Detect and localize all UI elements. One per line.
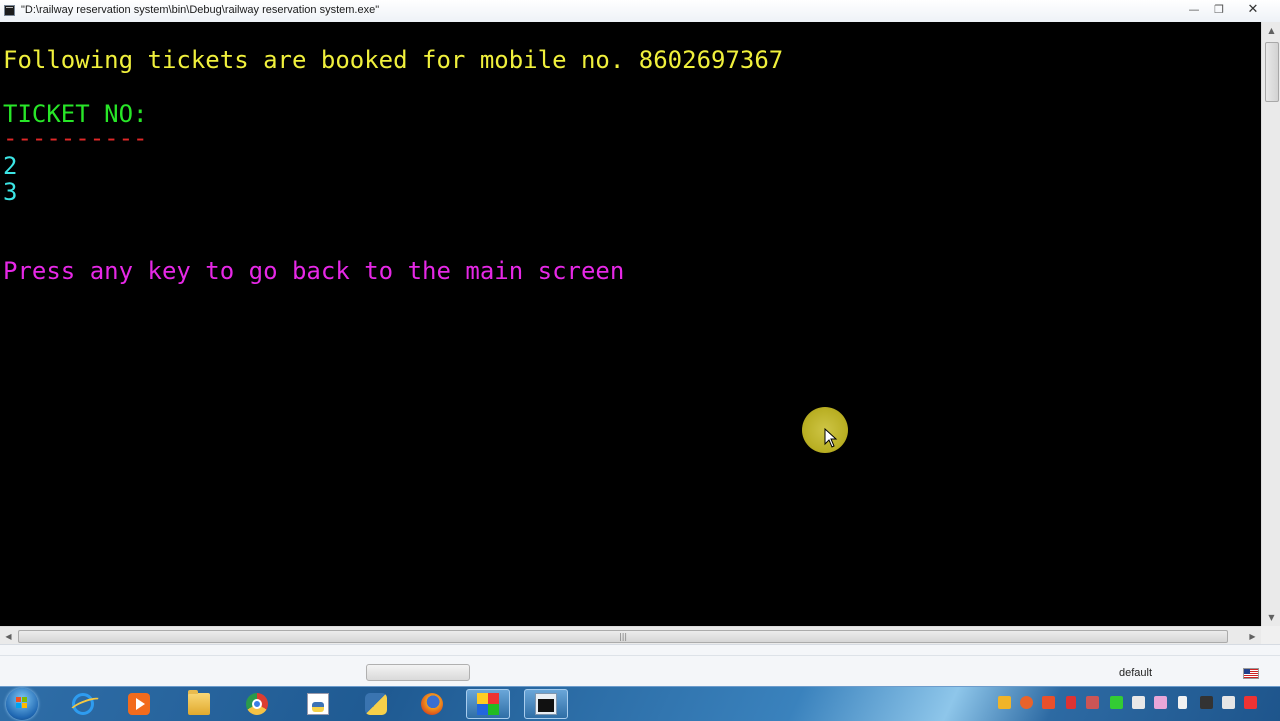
taskbar-python[interactable] xyxy=(354,689,398,719)
console-output[interactable]: Following tickets are booked for mobile … xyxy=(0,22,1261,626)
horizontal-scroll-thumb[interactable]: ||| xyxy=(18,630,1228,643)
return-prompt: Press any key to go back to the main scr… xyxy=(3,257,625,285)
ticket-separator: ---------- xyxy=(3,124,148,152)
tray-app-icon[interactable] xyxy=(998,696,1011,709)
taskbar-media-player[interactable] xyxy=(117,689,161,719)
python-icon xyxy=(365,693,387,715)
volume-icon[interactable] xyxy=(1222,696,1235,709)
horizontal-scrollbar[interactable]: ◀ ||| ▶ xyxy=(0,626,1261,645)
firefox-icon xyxy=(421,693,443,715)
vertical-scroll-thumb[interactable] xyxy=(1265,42,1279,102)
file-explorer-icon xyxy=(188,690,210,715)
tray-app-icon[interactable] xyxy=(1066,696,1076,709)
chrome-icon xyxy=(246,693,268,715)
window-title: "D:\railway reservation system\bin\Debug… xyxy=(21,4,380,16)
flag-icon[interactable] xyxy=(1200,696,1213,709)
taskbar-codeblocks[interactable] xyxy=(466,689,510,719)
start-button[interactable] xyxy=(6,688,38,720)
booked-tickets-heading: Following tickets are booked for mobile … xyxy=(3,46,784,74)
document-icon xyxy=(307,693,329,715)
tray-app-icon[interactable] xyxy=(1132,696,1145,709)
scroll-right-arrow-icon[interactable]: ▶ xyxy=(1244,627,1261,645)
scroll-up-arrow-icon[interactable]: ▲ xyxy=(1262,22,1280,39)
console-window: "D:\railway reservation system\bin\Debug… xyxy=(0,0,1280,645)
tray-app-icon[interactable] xyxy=(1154,696,1167,709)
taskbar-file-explorer[interactable] xyxy=(177,689,221,719)
title-bar[interactable]: "D:\railway reservation system\bin\Debug… xyxy=(0,0,1280,23)
taskbar-chrome[interactable] xyxy=(235,689,279,719)
scroll-left-arrow-icon[interactable]: ◀ xyxy=(0,627,17,645)
mouse-pointer-icon xyxy=(824,428,838,448)
background-scroll-thumb[interactable] xyxy=(366,664,470,681)
minimize-button[interactable]: — xyxy=(1182,1,1206,17)
taskbar-document[interactable] xyxy=(296,689,340,719)
close-button[interactable]: ✕ xyxy=(1235,1,1271,17)
taskbar-internet-explorer[interactable] xyxy=(61,689,105,719)
tray-app-icon[interactable] xyxy=(1110,696,1123,709)
network-icon[interactable] xyxy=(1244,696,1257,709)
media-player-icon xyxy=(128,693,150,715)
console-window-icon xyxy=(535,693,557,715)
divider xyxy=(0,655,1280,656)
codeblocks-icon xyxy=(477,693,499,715)
tray-app-icon[interactable] xyxy=(1042,696,1055,709)
ticket-number: 3 xyxy=(3,178,18,206)
internet-explorer-icon xyxy=(72,693,94,715)
device-icon[interactable] xyxy=(1178,696,1187,709)
taskbar-firefox[interactable] xyxy=(410,689,454,719)
background-app-status-strip: default xyxy=(0,644,1280,687)
ticket-number: 2 xyxy=(3,152,18,180)
vertical-scrollbar[interactable]: ▲ ▼ xyxy=(1261,22,1280,626)
tray-app-icon[interactable] xyxy=(1086,696,1099,709)
scrollbar-corner xyxy=(1261,626,1280,644)
maximize-button[interactable]: ❐ xyxy=(1207,1,1231,17)
tray-app-icon[interactable] xyxy=(1020,696,1033,709)
scroll-down-arrow-icon[interactable]: ▼ xyxy=(1262,609,1280,626)
console-app-icon[interactable] xyxy=(4,5,15,16)
windows-logo-icon xyxy=(16,697,28,709)
language-flag-icon[interactable] xyxy=(1243,668,1259,679)
status-text: default xyxy=(1119,667,1153,679)
scroll-grip-icon: ||| xyxy=(619,632,628,641)
taskbar xyxy=(0,686,1280,721)
taskbar-console-window[interactable] xyxy=(524,689,568,719)
